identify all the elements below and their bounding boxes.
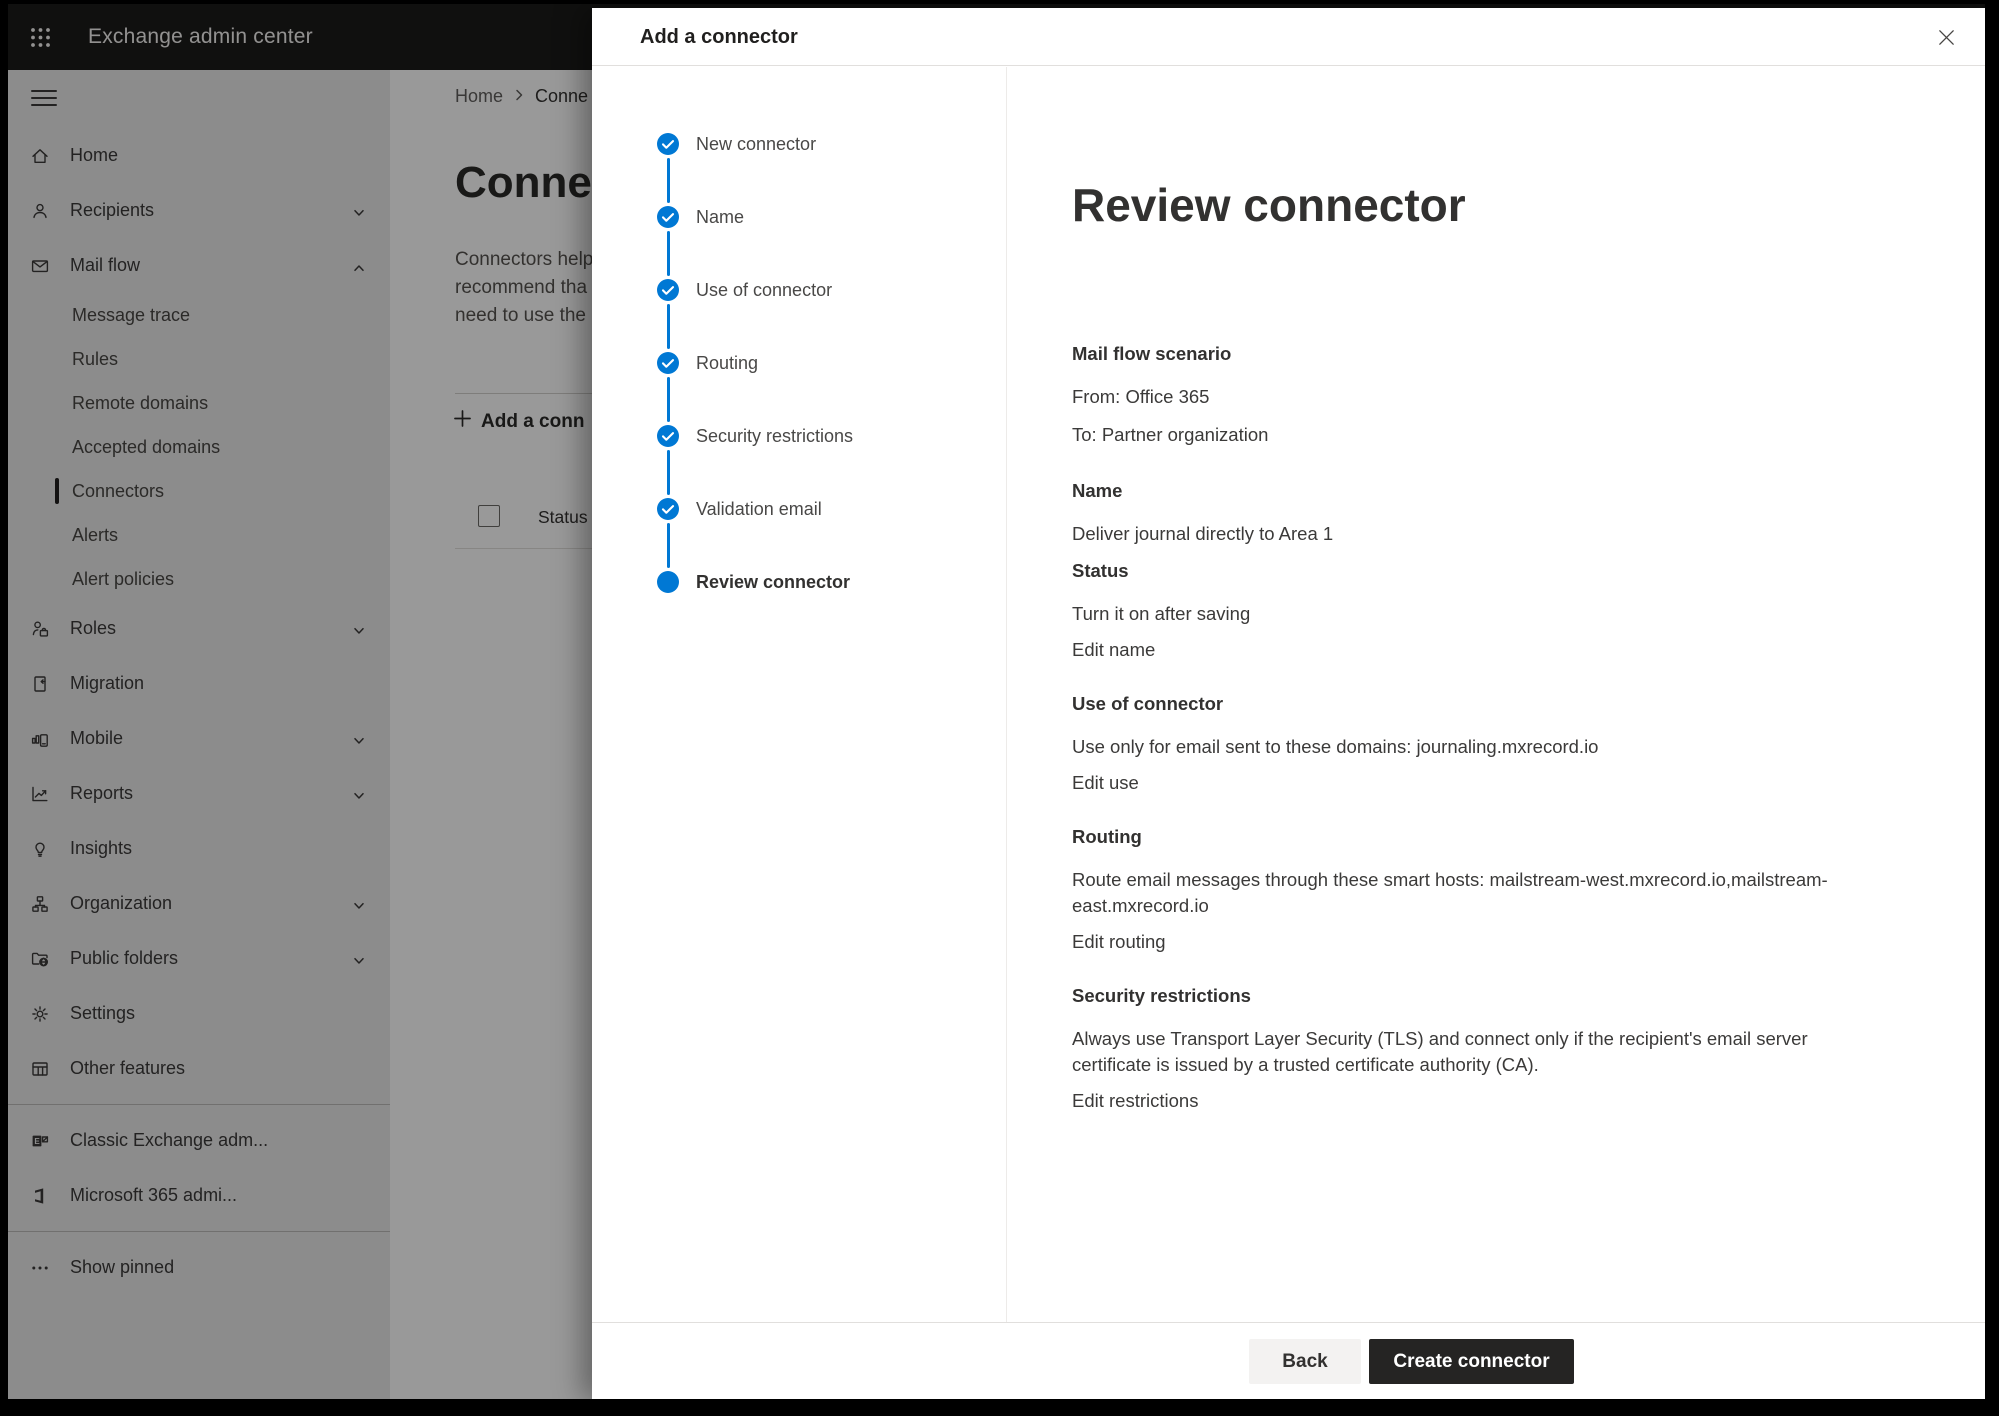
step-completed-check-icon — [656, 351, 680, 375]
step-completed-check-icon — [656, 278, 680, 302]
edit-name-link[interactable]: Edit name — [1072, 639, 1155, 661]
close-icon[interactable] — [1933, 24, 1959, 50]
review-content: Review connector Mail flow scenario From:… — [1007, 67, 1985, 1322]
wizard-step-label: Review connector — [696, 572, 850, 593]
review-section-text: From: Office 365 — [1072, 384, 1862, 410]
step-connector-line — [667, 231, 670, 276]
wizard-step-label: Routing — [696, 353, 758, 374]
review-section-text: Deliver journal directly to Area 1 — [1072, 521, 1862, 547]
create-connector-button[interactable]: Create connector — [1369, 1339, 1574, 1384]
review-section-heading: Security restrictions — [1072, 984, 1862, 1008]
review-section-status: Status Turn it on after saving Edit name — [1072, 559, 1862, 661]
wizard-steps-panel: New connector Name Use of connector Routing… — [592, 67, 1007, 1322]
review-section-use-of-connector: Use of connector Use only for email sent … — [1072, 692, 1862, 794]
step-connector-line — [667, 450, 670, 495]
review-section-text: Turn it on after saving — [1072, 601, 1862, 627]
back-button[interactable]: Back — [1249, 1339, 1361, 1384]
wizard-step-validation-email[interactable]: Validation email — [656, 497, 1006, 521]
wizard-step-security-restrictions[interactable]: Security restrictions — [656, 424, 1006, 448]
dialog-header: Add a connector — [592, 8, 1985, 66]
dialog-footer: Back Create connector — [592, 1322, 1985, 1399]
wizard-step-new-connector[interactable]: New connector — [656, 132, 1006, 156]
step-completed-check-icon — [656, 497, 680, 521]
review-section-heading: Use of connector — [1072, 692, 1862, 716]
review-section-routing: Routing Route email messages through thes… — [1072, 825, 1862, 953]
wizard-step-label: Security restrictions — [696, 426, 853, 447]
step-connector-line — [667, 377, 670, 422]
edit-routing-link[interactable]: Edit routing — [1072, 931, 1166, 953]
dialog-title: Add a connector — [640, 8, 798, 66]
step-completed-check-icon — [656, 132, 680, 156]
review-section-text: Use only for email sent to these domains… — [1072, 734, 1862, 760]
review-page-title: Review connector — [1072, 179, 1925, 232]
review-section-text: To: Partner organization — [1072, 422, 1862, 448]
review-section-name: Name Deliver journal directly to Area 1 — [1072, 479, 1862, 547]
step-completed-check-icon — [656, 205, 680, 229]
screen: Exchange admin center HomeRecipientsMail… — [0, 0, 1999, 1416]
edit-use-link[interactable]: Edit use — [1072, 772, 1139, 794]
wizard-step-label: Validation email — [696, 499, 822, 520]
wizard-step-label: New connector — [696, 134, 816, 155]
review-section-mail-flow-scenario: Mail flow scenario From: Office 365 To: Pa… — [1072, 342, 1862, 448]
review-sections: Mail flow scenario From: Office 365 To: Pa… — [1072, 342, 1925, 1112]
step-connector-line — [667, 158, 670, 203]
wizard-step-review-connector[interactable]: Review connector — [656, 570, 1006, 594]
wizard-step-routing[interactable]: Routing — [656, 351, 1006, 375]
wizard-step-label: Name — [696, 207, 744, 228]
add-connector-wizard-dialog: Add a connector New connector Name Use of … — [592, 8, 1985, 1399]
wizard-step-name[interactable]: Name — [656, 205, 1006, 229]
dialog-body: New connector Name Use of connector Routing… — [592, 67, 1985, 1322]
edit-restrictions-link[interactable]: Edit restrictions — [1072, 1090, 1198, 1112]
review-section-heading: Name — [1072, 479, 1862, 503]
wizard-step-use-of-connector[interactable]: Use of connector — [656, 278, 1006, 302]
step-connector-line — [667, 523, 670, 568]
review-section-text: Route email messages through these smart… — [1072, 867, 1862, 919]
review-section-text: Always use Transport Layer Security (TLS… — [1072, 1026, 1862, 1078]
step-current-icon — [656, 570, 680, 594]
step-connector-line — [667, 304, 670, 349]
review-section-heading: Routing — [1072, 825, 1862, 849]
review-section-heading: Status — [1072, 559, 1862, 583]
wizard-step-label: Use of connector — [696, 280, 832, 301]
step-completed-check-icon — [656, 424, 680, 448]
review-section-heading: Mail flow scenario — [1072, 342, 1862, 366]
review-section-security-restrictions: Security restrictions Always use Transpor… — [1072, 984, 1862, 1112]
